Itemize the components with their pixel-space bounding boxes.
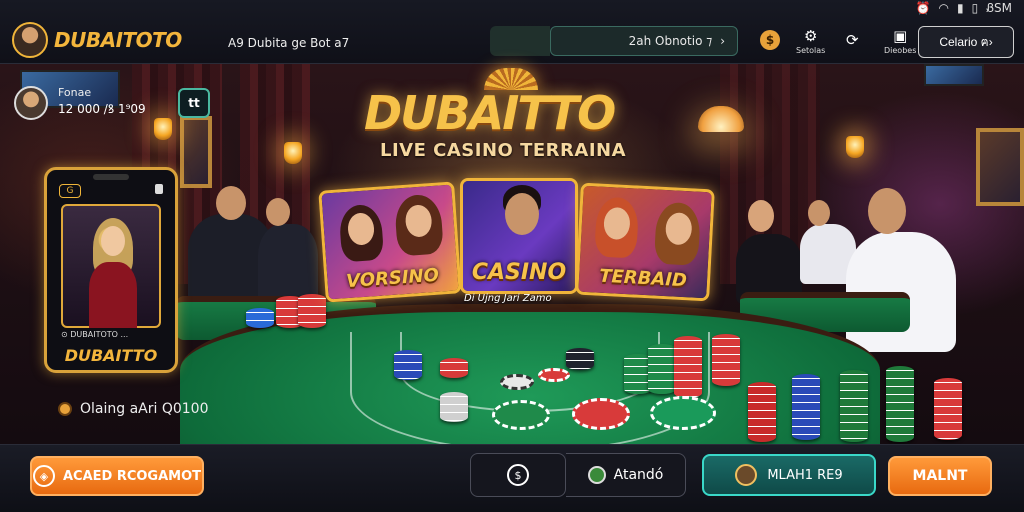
status-bar: ⏰ ◠ ▮ ▯ ᏰЅM: [916, 0, 1012, 16]
top-navigation-bar: ⏰ ◠ ▮ ▯ ᏰЅM DUBAITOTO A9 Dubita ge Bot a…: [0, 0, 1024, 64]
dealer-head: [868, 188, 906, 234]
chip-stack: [566, 348, 594, 370]
brand-logo[interactable]: DUBAITOTO: [12, 22, 182, 58]
wifi-icon: ◠: [938, 1, 949, 15]
gear-icon: ⚙: [803, 27, 818, 45]
main-button[interactable]: MALNT: [888, 456, 992, 496]
chip-stack: [298, 294, 326, 328]
tiktok-badge[interactable]: tt: [178, 88, 210, 118]
phone-tag: G: [59, 184, 81, 198]
game-card-vorsino[interactable]: VORSINO: [318, 181, 462, 303]
chip-stack: [792, 374, 820, 440]
promo-info-text: Olaing aAri Q0100: [80, 401, 209, 417]
search-prefix: [490, 26, 550, 56]
player-head: [748, 200, 774, 232]
chip: [492, 400, 550, 430]
chip-stack: [748, 382, 776, 442]
dealer-avatar-icon: [735, 464, 758, 486]
battery-icon: ▯: [971, 1, 979, 15]
search-input[interactable]: 2ah Obnotio ⁊ ›: [550, 26, 738, 56]
nav-item-label: Dieobes: [884, 46, 917, 55]
game-card-terbaid[interactable]: TERBAID: [575, 182, 715, 302]
battery-icon: [155, 184, 163, 194]
user-name: Fonae: [58, 86, 92, 99]
chip-stack: [674, 336, 702, 398]
games-caption: Di Ujng Jari Zamo: [464, 293, 552, 304]
wall-picture: [180, 116, 212, 188]
attend-button[interactable]: Atandó: [566, 453, 686, 497]
chip-stack: [840, 370, 868, 442]
phone-promo-card[interactable]: G ⊙ DUBAITOTO ... DUBAITTO: [44, 167, 178, 373]
player-head: [216, 186, 246, 220]
hero-title: DUBAITTO: [364, 86, 616, 140]
wall-lamp: [284, 142, 302, 164]
bottom-action-bar: ◈ ACAED RCOGAMOT $ Atandó MLAH1 RE9 MALN…: [0, 444, 1024, 512]
phone-notch: [93, 174, 129, 180]
phone-caption: ⊙ DUBAITOTO ...: [61, 330, 129, 339]
top-action-button[interactable]: Celario ฅ›: [918, 26, 1014, 58]
chip-stack: [934, 378, 962, 440]
game-label: CASINO: [471, 260, 567, 285]
search-value: 2ah Obnotio ⁊: [628, 34, 713, 48]
chip-stack: [394, 350, 422, 380]
logo-avatar-icon: [12, 22, 48, 58]
chip-stack: [246, 308, 274, 328]
phone-dealer-image: [61, 204, 161, 328]
coin-icon: [58, 402, 72, 416]
clock-icon: $: [507, 464, 529, 486]
user-avatar[interactable]: [14, 86, 48, 120]
player-head: [808, 200, 830, 226]
game-card-casino[interactable]: CASINO: [460, 178, 578, 294]
button-label: MALNT: [912, 468, 968, 484]
hero-subtitle: LIVE CASINO TERRAINA: [380, 140, 627, 161]
refresh-nav-item[interactable]: ⟳: [846, 32, 859, 48]
dice-icon: ◈: [32, 465, 55, 487]
dealer-face: [505, 193, 539, 235]
button-label: ACAED RCOGAMOT: [62, 468, 202, 484]
user-balance: 12 000 /ꝸ 1⁹09: [58, 102, 146, 116]
chip-stack: [648, 344, 676, 394]
register-game-button[interactable]: ◈ ACAED RCOGAMOT: [30, 456, 204, 496]
avatar-icon: [587, 466, 606, 484]
chip-stack: [886, 366, 914, 442]
wallet-icon: ▣: [893, 27, 908, 45]
brand-name: DUBAITOTO: [54, 28, 182, 52]
live-play-button[interactable]: MLAH1 RE9: [702, 454, 876, 496]
settings-nav-item[interactable]: ⚙ Setolas: [796, 28, 825, 55]
nav-item-label: Setolas: [796, 46, 826, 55]
refresh-icon: ⟳: [846, 31, 859, 49]
dealer-dress: [89, 262, 137, 328]
status-time: ᏰЅM: [986, 0, 1012, 15]
wall-tv: [924, 64, 984, 86]
nav-link[interactable]: A9 Dubita ge Bot a7: [228, 36, 349, 50]
chip-stack: [440, 392, 468, 422]
player-figure: [258, 224, 318, 304]
wall-lamp: [154, 118, 172, 140]
phone-brand: DUBAITTO: [64, 346, 158, 365]
wall-lamp: [846, 136, 864, 158]
button-label: MLAH1 RE9: [767, 467, 843, 483]
player-head: [266, 198, 290, 226]
wallet-nav-item[interactable]: ▣ Dieobes: [884, 28, 916, 55]
clock-button[interactable]: $: [470, 453, 566, 497]
alarm-icon: ⏰: [915, 1, 931, 15]
chip: [538, 368, 570, 382]
chip-stack: [440, 358, 468, 378]
signal-icon: ▮: [956, 1, 964, 15]
chip-stack: [712, 334, 740, 386]
wall-picture: [976, 128, 1024, 206]
promo-info: Olaing aAri Q0100: [58, 401, 209, 417]
chevron-right-icon: ›: [720, 34, 725, 48]
coin-icon[interactable]: $: [760, 30, 780, 50]
chip: [500, 374, 534, 390]
button-label: Atandó: [613, 467, 664, 483]
chip: [650, 396, 716, 430]
chip: [572, 398, 630, 430]
dealer-face: [101, 226, 125, 256]
